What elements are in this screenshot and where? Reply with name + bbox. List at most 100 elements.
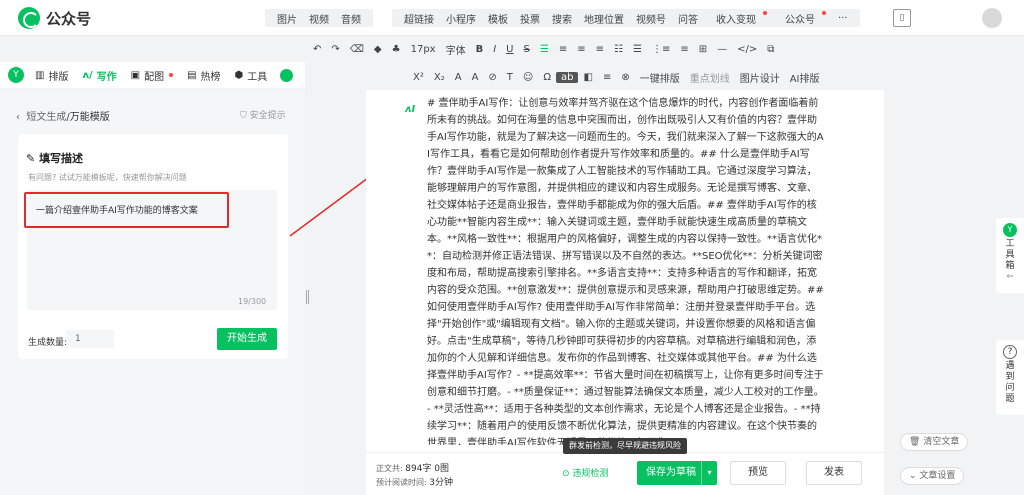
arrow-left-icon: ⇐ bbox=[1006, 272, 1014, 282]
nav-miniprogram[interactable]: 小程序 bbox=[440, 11, 482, 26]
trash-icon: 🗑 bbox=[909, 437, 921, 447]
align-right-icon[interactable]: ≡ bbox=[572, 44, 590, 55]
background-color-icon[interactable]: A bbox=[467, 72, 484, 83]
yiban-icon: Y bbox=[1003, 223, 1017, 237]
nav-audio[interactable]: 音频 bbox=[335, 11, 367, 26]
nav-more[interactable]: ··· bbox=[832, 13, 854, 24]
clear-article-button[interactable]: 🗑 清空文章 bbox=[900, 433, 969, 451]
word-count: 正文共: 894字 0图 预计阅读时间: 3分钟 bbox=[376, 462, 453, 490]
undo-icon[interactable]: ↶ bbox=[308, 44, 326, 55]
tool-icon: ⬢ bbox=[234, 69, 244, 81]
line-height-icon[interactable]: ☰ bbox=[628, 44, 647, 55]
chevron-icon: ⌄ bbox=[909, 471, 917, 481]
align-left-icon[interactable]: ☰ bbox=[535, 44, 554, 55]
nav-image[interactable]: 图片 bbox=[271, 11, 303, 26]
nav-monetize[interactable]: 收入变现 bbox=[704, 10, 773, 26]
divider-icon[interactable]: — bbox=[712, 44, 732, 55]
nav-hyperlink[interactable]: 超链接 bbox=[398, 11, 440, 26]
emoji-icon[interactable]: ☺ bbox=[518, 72, 538, 83]
redo-icon[interactable]: ↷ bbox=[326, 44, 344, 55]
ab-icon[interactable]: ab bbox=[556, 71, 579, 83]
tab-layout-label: 排版 bbox=[48, 71, 69, 83]
save-draft-button[interactable]: 保存为草稿 ▾ bbox=[637, 461, 717, 485]
breadcrumb-current: /万能模版 bbox=[66, 112, 110, 123]
safety-tip[interactable]: ⛉ 安全提示 bbox=[240, 108, 286, 121]
nav-official-account[interactable]: 公众号 bbox=[773, 10, 832, 26]
block-icon[interactable]: ◧ bbox=[578, 72, 597, 83]
article-body[interactable]: # 壹伴助手AI写作：让创意与效率并驾齐驱在这个信息爆炸的时代，内容创作者面临着… bbox=[427, 95, 825, 445]
pencil-icon: ✎ bbox=[26, 152, 36, 165]
phone-preview-icon[interactable]: ▯ bbox=[893, 9, 911, 27]
avatar[interactable] bbox=[982, 8, 1002, 28]
align-center-icon[interactable]: ≡ bbox=[554, 44, 572, 55]
clear-format-icon[interactable]: ⊘ bbox=[483, 72, 501, 83]
one-click-layout-button[interactable]: 一键排版 bbox=[635, 70, 685, 85]
media-nav: 图片 视频 音频 bbox=[265, 9, 373, 27]
indent-icon[interactable]: ☷ bbox=[609, 44, 628, 55]
eraser-icon[interactable]: ⌫ bbox=[345, 44, 369, 55]
nav-location[interactable]: 地理位置 bbox=[578, 11, 630, 26]
word-count-label: 正文共: bbox=[376, 464, 403, 473]
hot-icon: ▤ bbox=[187, 69, 197, 81]
font-family-select[interactable]: 字体 bbox=[441, 42, 471, 57]
paragraph-icon[interactable]: ≡ bbox=[598, 72, 616, 83]
ordered-list-icon[interactable]: ≡ bbox=[675, 44, 693, 55]
tab-image[interactable]: ▣ 配图 bbox=[124, 62, 180, 88]
style-icon[interactable]: ♣ bbox=[387, 44, 406, 55]
strikethrough-icon[interactable]: S bbox=[519, 44, 535, 55]
article-settings-button[interactable]: ⌄ 文章设置 bbox=[900, 467, 965, 485]
quantity-input[interactable]: 1 bbox=[66, 330, 114, 348]
tab-hot[interactable]: ▤ 热榜 bbox=[180, 62, 227, 88]
logo[interactable]: 公众号 bbox=[18, 7, 91, 29]
tab-hot-label: 热榜 bbox=[200, 71, 221, 83]
compliance-check-label: 违规检测 bbox=[572, 469, 609, 479]
italic-icon[interactable]: I bbox=[488, 44, 501, 55]
search-replace-icon[interactable]: ⊗ bbox=[616, 72, 634, 83]
resize-handle[interactable] bbox=[306, 290, 309, 304]
nav-template[interactable]: 模板 bbox=[482, 11, 514, 26]
safety-tip-label: 安全提示 bbox=[249, 111, 286, 121]
status-toggle[interactable] bbox=[280, 68, 294, 82]
tab-tools[interactable]: ⬢ 工具 bbox=[228, 62, 275, 88]
bold-icon[interactable]: B bbox=[471, 44, 489, 55]
read-time-value: 3分钟 bbox=[429, 478, 453, 488]
font-size-select[interactable]: 17px bbox=[406, 44, 441, 55]
description-text: 一篇介绍壹伴助手AI写作功能的博客文案 bbox=[36, 206, 198, 216]
list-icon[interactable]: ⋮≡ bbox=[647, 44, 675, 55]
nav-search[interactable]: 搜索 bbox=[546, 11, 578, 26]
help-panel[interactable]: ? 遇到问题 bbox=[996, 340, 1024, 415]
generate-button[interactable]: 开始生成 bbox=[217, 328, 277, 350]
toolbox-panel[interactable]: Y 工具箱 ⇐ bbox=[996, 218, 1024, 293]
chevron-down-icon[interactable]: ▾ bbox=[701, 461, 717, 485]
compliance-check-button[interactable]: ⊙ 违规检测 bbox=[562, 466, 608, 479]
superscript-icon[interactable]: X² bbox=[408, 72, 429, 83]
tab-write-label: 写作 bbox=[96, 71, 117, 83]
publish-button[interactable]: 发表 bbox=[806, 461, 862, 485]
subscript-icon[interactable]: X₂ bbox=[429, 72, 450, 83]
table-icon[interactable]: ⊞ bbox=[694, 44, 712, 55]
nav-vote[interactable]: 投票 bbox=[514, 11, 546, 26]
toolbox-label: 工具箱 bbox=[1005, 239, 1015, 271]
justify-icon[interactable]: ≡ bbox=[591, 44, 609, 55]
tab-layout[interactable]: ▥ 排版 bbox=[28, 62, 75, 88]
highlight-line-button[interactable]: 重点划线 bbox=[685, 70, 735, 85]
check-icon: ⊙ bbox=[562, 469, 570, 479]
nav-channels[interactable]: 视频号 bbox=[630, 11, 672, 26]
ai-write-icon: ʌ/ bbox=[82, 69, 93, 81]
underline-icon[interactable]: U bbox=[501, 44, 518, 55]
font-color-icon[interactable]: A bbox=[450, 72, 467, 83]
text-style-icon[interactable]: T bbox=[502, 72, 518, 83]
fullscreen-icon[interactable]: ⧉ bbox=[762, 44, 779, 55]
special-char-icon[interactable]: Ω bbox=[538, 72, 556, 83]
breadcrumb[interactable]: ‹ 短文生成/万能模版 bbox=[16, 108, 110, 123]
code-icon[interactable]: </> bbox=[732, 44, 762, 55]
format-painter-icon[interactable]: ◆ bbox=[369, 44, 387, 55]
tab-write[interactable]: ʌ/写作 bbox=[75, 62, 123, 88]
breadcrumb-parent[interactable]: 短文生成 bbox=[26, 112, 66, 123]
format-toolbar-row2: X² X₂ A A ⊘ T ☺ Ω ab ◧ ≡ ⊗ 一键排版 重点划线 图片设… bbox=[408, 68, 825, 86]
nav-qa[interactable]: 问答 bbox=[672, 11, 704, 26]
image-design-button[interactable]: 图片设计 bbox=[735, 70, 785, 85]
nav-video[interactable]: 视频 bbox=[303, 11, 335, 26]
preview-button[interactable]: 预览 bbox=[730, 461, 786, 485]
ai-layout-button[interactable]: AI排版 bbox=[785, 70, 825, 85]
